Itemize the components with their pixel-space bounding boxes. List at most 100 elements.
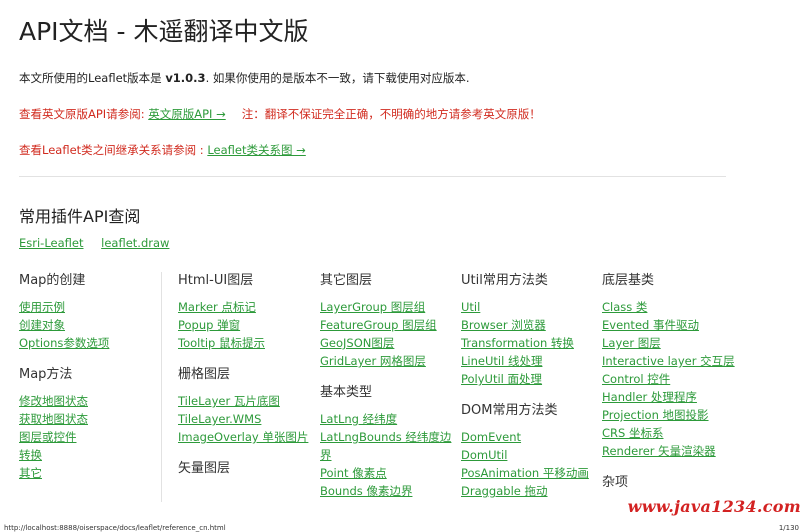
list-item: 修改地图状态: [19, 392, 159, 410]
api-link[interactable]: Layer 图层: [602, 336, 661, 350]
api-link[interactable]: Control 控件: [602, 372, 670, 386]
list-item: 获取地图状态: [19, 410, 159, 428]
api-link[interactable]: CRS 坐标系: [602, 426, 663, 440]
api-link[interactable]: Point 像素点: [320, 466, 387, 480]
list-item: Layer 图层: [602, 334, 742, 352]
list-item: Bounds 像素边界: [320, 482, 460, 500]
list-item: 使用示例: [19, 298, 159, 316]
api-link[interactable]: 使用示例: [19, 300, 65, 314]
section-link-list: 使用示例创建对象 Options参数选项: [19, 298, 159, 352]
api-link[interactable]: Util: [461, 300, 480, 314]
list-item: Class 类: [602, 298, 742, 316]
plugin-link-leaflet-draw[interactable]: leaflet.draw: [101, 236, 169, 250]
english-reference-line: 查看英文原版API请参阅: 英文原版API → 注：翻译不保证完全正确，不明确的地…: [19, 106, 541, 122]
plugin-link-esri-leaflet[interactable]: Esri-Leaflet: [19, 236, 84, 250]
section-heading: Html-UI图层: [178, 273, 254, 288]
list-item: GridLayer 网格图层: [320, 352, 460, 370]
api-link[interactable]: ImageOverlay 单张图片: [178, 430, 308, 444]
list-item: Renderer 矢量渲染器: [602, 442, 742, 460]
list-item: Point 像素点: [320, 464, 460, 482]
divider: [19, 176, 726, 177]
list-item: ImageOverlay 单张图片: [178, 428, 318, 446]
class-relation-prefix: 查看Leaflet类之间继承关系请参阅 :: [19, 143, 208, 157]
api-link[interactable]: 获取地图状态: [19, 412, 88, 426]
api-link[interactable]: Interactive layer 交互层: [602, 354, 735, 368]
list-item: DomEvent: [461, 428, 601, 446]
api-link[interactable]: Transformation 转换: [461, 336, 574, 350]
section-link-list: DomEvent DomUtil PosAnimation 平移动画 Draggabl…: [461, 428, 601, 500]
api-link[interactable]: TileLayer 瓦片底图: [178, 394, 280, 408]
list-item: LatLngBounds 经纬度边界: [320, 428, 460, 464]
list-item: Control 控件: [602, 370, 742, 388]
api-link[interactable]: PosAnimation 平移动画: [461, 466, 589, 480]
api-column: Html-UI图层 Marker 点标记 Popup 弹窗 Tooltip 鼠标提示栅…: [178, 270, 318, 486]
plugins-links: Esri-Leaflet leaflet.draw: [19, 236, 183, 250]
section-link-list: Util Browser 浏览器 Transformation 转换 LineUtil…: [461, 298, 601, 388]
api-link[interactable]: LatLng 经纬度: [320, 412, 397, 426]
column-divider: [161, 272, 162, 502]
api-link[interactable]: GridLayer 网格图层: [320, 354, 426, 368]
list-item: 其它: [19, 464, 159, 482]
api-link[interactable]: Tooltip 鼠标提示: [178, 336, 265, 350]
api-link[interactable]: Evented 事件驱动: [602, 318, 699, 332]
api-link[interactable]: 修改地图状态: [19, 394, 88, 408]
api-link[interactable]: Marker 点标记: [178, 300, 256, 314]
list-item: PosAnimation 平移动画: [461, 464, 601, 482]
list-item: TileLayer 瓦片底图: [178, 392, 318, 410]
list-item: Browser 浏览器: [461, 316, 601, 334]
list-item: LayerGroup 图层组: [320, 298, 460, 316]
api-link[interactable]: FeatureGroup 图层组: [320, 318, 437, 332]
section-link-list: LatLng 经纬度 LatLngBounds 经纬度边界 Point 像素点 Bou…: [320, 410, 460, 500]
api-link[interactable]: Class 类: [602, 300, 647, 314]
class-relation-link[interactable]: Leaflet类关系图 →: [207, 143, 305, 157]
api-link[interactable]: 转换: [19, 448, 42, 462]
watermark: www.java1234.com: [627, 497, 801, 516]
section-link-list: Marker 点标记 Popup 弹窗 Tooltip 鼠标提示: [178, 298, 318, 352]
api-link[interactable]: Draggable 拖动: [461, 484, 548, 498]
list-item: Popup 弹窗: [178, 316, 318, 334]
section-heading: Map的创建: [19, 273, 86, 288]
version-number: v1.0.3: [165, 71, 206, 85]
api-link[interactable]: GeoJSON图层: [320, 336, 394, 350]
list-item: Projection 地图投影: [602, 406, 742, 424]
api-link[interactable]: DomEvent: [461, 430, 521, 444]
api-link[interactable]: DomUtil: [461, 448, 507, 462]
api-link[interactable]: 创建对象: [19, 318, 65, 332]
list-item: LatLng 经纬度: [320, 410, 460, 428]
api-link[interactable]: 图层或控件: [19, 430, 77, 444]
api-link[interactable]: LatLngBounds 经纬度边界: [320, 430, 451, 462]
api-link[interactable]: Renderer 矢量渲染器: [602, 444, 716, 458]
api-link[interactable]: PolyUtil 面处理: [461, 372, 542, 386]
section-heading: 杂项: [602, 475, 629, 490]
api-link[interactable]: Options参数选项: [19, 336, 109, 350]
section-link-list: TileLayer 瓦片底图 TileLayer.WMS ImageOverlay …: [178, 392, 318, 446]
api-link[interactable]: Bounds 像素边界: [320, 484, 412, 498]
list-item: TileLayer.WMS: [178, 410, 318, 428]
api-link[interactable]: 其它: [19, 466, 42, 480]
list-item: Util: [461, 298, 601, 316]
list-item: Tooltip 鼠标提示: [178, 334, 318, 352]
list-item: GeoJSON图层: [320, 334, 460, 352]
list-item: DomUtil: [461, 446, 601, 464]
version-text-before: 本文所使用的Leaflet版本是: [19, 71, 166, 85]
list-item: Transformation 转换: [461, 334, 601, 352]
class-relation-line: 查看Leaflet类之间继承关系请参阅 : Leaflet类关系图 →: [19, 142, 306, 158]
list-item: PolyUtil 面处理: [461, 370, 601, 388]
list-item: Handler 处理程序: [602, 388, 742, 406]
api-link[interactable]: LayerGroup 图层组: [320, 300, 425, 314]
api-link[interactable]: TileLayer.WMS: [178, 412, 261, 426]
version-line: 本文所使用的Leaflet版本是 v1.0.3. 如果你使用的是版本不一致，请下…: [19, 70, 470, 86]
list-item: Options参数选项: [19, 334, 159, 352]
plugins-heading: 常用插件API查阅: [19, 207, 141, 226]
section-heading: 底层基类: [602, 273, 655, 288]
api-link[interactable]: Projection 地图投影: [602, 408, 709, 422]
api-link[interactable]: Popup 弹窗: [178, 318, 240, 332]
api-link[interactable]: Handler 处理程序: [602, 390, 697, 404]
section-heading: 矢量图层: [178, 461, 231, 476]
list-item: 创建对象: [19, 316, 159, 334]
english-original-link[interactable]: 英文原版API →: [148, 107, 225, 121]
api-link[interactable]: Browser 浏览器: [461, 318, 546, 332]
api-link[interactable]: LineUtil 线处理: [461, 354, 542, 368]
section-heading: 其它图层: [320, 273, 373, 288]
version-text-after: . 如果你使用的是版本不一致，请下载使用对应版本.: [205, 71, 470, 85]
